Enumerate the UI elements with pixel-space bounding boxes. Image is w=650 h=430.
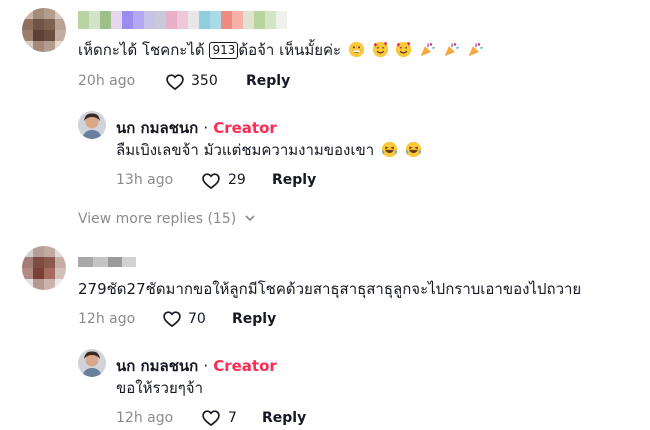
like-count: 29 — [228, 172, 246, 188]
reply-timestamp: 12h ago — [116, 410, 174, 426]
like-heart-icon[interactable] — [201, 171, 221, 191]
like-heart-icon[interactable] — [162, 309, 182, 329]
comment-text: เห็ดกะได้ โชคกะได้ 913 ด้อจ้า เห็นมั้ยค่ะ — [78, 40, 484, 60]
comment-text: 279ชัด27ชัดมากขอให้ลูกมีโชคด้วยสาธุสาธุส… — [78, 280, 582, 298]
chevron-down-icon — [245, 215, 255, 222]
creator-badge: Creator — [213, 119, 277, 137]
reply-header: นก กมลชนก · Creator — [116, 354, 277, 378]
reply-button[interactable]: Reply — [246, 73, 290, 89]
view-more-replies-button[interactable]: View more replies (15) — [78, 211, 256, 227]
commenter-avatar[interactable] — [22, 246, 66, 290]
party-popper-icon — [444, 43, 459, 57]
like-heart-icon[interactable] — [165, 72, 185, 92]
separator-dot: · — [203, 119, 209, 137]
commenter-avatar[interactable] — [22, 8, 66, 52]
reply-text: ขอให้รวยๆจ้า — [116, 379, 204, 397]
reply-button[interactable]: Reply — [272, 172, 316, 188]
view-more-label: View more replies (15) — [78, 211, 237, 227]
party-popper-icon — [468, 43, 483, 57]
creator-avatar[interactable] — [78, 349, 106, 377]
comment-timestamp: 20h ago — [78, 73, 136, 89]
comment-text-part: เห็ดกะได้ โชคกะได้ — [78, 41, 205, 59]
reply-button[interactable]: Reply — [232, 311, 276, 327]
like-count: 7 — [228, 410, 237, 426]
smiling-hearts-face-icon — [372, 41, 388, 58]
like-count: 70 — [188, 311, 206, 327]
creator-name[interactable]: นก กมลชนก — [116, 119, 198, 137]
commenter-name-blurred[interactable] — [78, 11, 287, 29]
like-heart-icon[interactable] — [201, 408, 221, 428]
creator-avatar[interactable] — [78, 111, 106, 139]
party-popper-icon — [420, 43, 435, 57]
reply-text-part: ลืมเบิงเลขจ้า มัวแต่ชมความงามของเขา — [116, 141, 375, 159]
smiling-hearts-face-icon — [396, 41, 412, 58]
number-tag: 913 — [209, 42, 239, 59]
like-count: 350 — [191, 73, 218, 89]
grinning-face-icon — [348, 41, 365, 58]
creator-badge: Creator — [213, 357, 277, 375]
reply-header: นก กมลชนก · Creator — [116, 116, 277, 140]
comment-timestamp: 12h ago — [78, 311, 136, 327]
comment-text-part: ด้อจ้า เห็นมั้ยค่ะ — [238, 41, 342, 59]
creator-name[interactable]: นก กมลชนก — [116, 357, 198, 375]
commenter-name-blurred[interactable] — [78, 257, 136, 267]
separator-dot: · — [203, 357, 209, 375]
reply-timestamp: 13h ago — [116, 172, 174, 188]
laughing-face-icon — [381, 141, 398, 158]
laughing-face-icon — [405, 141, 421, 158]
reply-text: ลืมเบิงเลขจ้า มัวแต่ชมความงามของเขา — [116, 140, 422, 160]
reply-button[interactable]: Reply — [262, 410, 306, 426]
